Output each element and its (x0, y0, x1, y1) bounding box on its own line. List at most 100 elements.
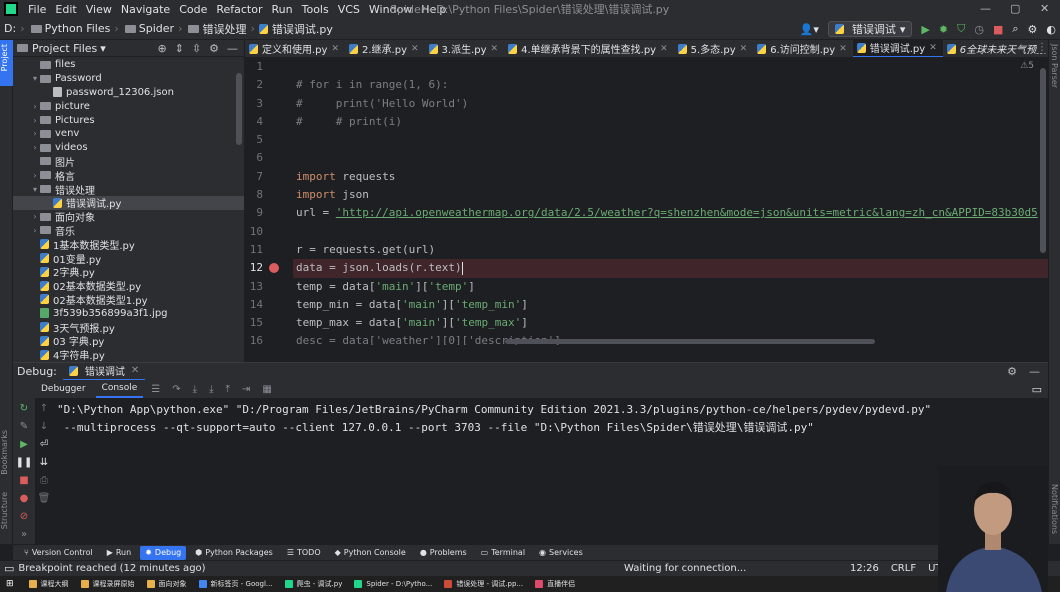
stop-icon[interactable]: ■ (19, 474, 28, 488)
ide-update-icon[interactable]: ◐ (1046, 23, 1056, 36)
tree-item[interactable]: 图片 (13, 155, 244, 169)
layout-icon[interactable]: ▭ (1032, 383, 1042, 396)
menu-run[interactable]: Run (272, 3, 293, 16)
chevron-right-icon[interactable]: › (30, 212, 40, 221)
tree-item[interactable]: 3天气预报.py (13, 320, 244, 335)
project-scrollbar[interactable] (236, 73, 242, 145)
status-message[interactable]: Breakpoint reached (12 minutes ago) (18, 563, 205, 574)
code-line[interactable]: r = requests.get(url) (293, 241, 1048, 259)
line-number[interactable]: 16 (245, 332, 293, 345)
tree-item[interactable]: password_12306.json (13, 86, 244, 100)
tree-item[interactable]: 错误调试.py (13, 195, 244, 210)
tree-item[interactable]: 4字符串.py (13, 348, 244, 362)
step-into-icon[interactable]: ⤓ (193, 384, 197, 395)
clear-icon[interactable]: 🗑 (38, 492, 51, 506)
tree-item[interactable]: 03 字典.py (13, 334, 244, 348)
breadcrumb-file[interactable]: 错误调试.py (272, 21, 333, 37)
user-icon[interactable]: 👤▾ (800, 23, 819, 36)
run-icon[interactable]: ▶ (921, 23, 929, 36)
stop-icon[interactable]: ■ (993, 23, 1003, 36)
profile-icon[interactable]: ◷ (974, 23, 984, 36)
close-tab-icon[interactable]: ✕ (839, 44, 847, 54)
tabs-overflow-icon[interactable]: ⋮ (1037, 42, 1048, 53)
editor-scrollbar[interactable] (1040, 68, 1046, 253)
settings-wrench-icon[interactable]: ✎ (20, 420, 28, 434)
editor-tab[interactable]: 5.多态.py ✕ (674, 40, 754, 57)
taskbar-item[interactable]: 爬虫 - 调试.py (282, 579, 346, 589)
menu-edit[interactable]: Edit (55, 3, 76, 16)
code-line[interactable] (293, 149, 1048, 167)
soft-wrap-icon[interactable]: ⏎ (40, 438, 48, 452)
taskbar-item[interactable]: 面向对象 (144, 579, 190, 589)
line-separator[interactable]: CRLF (891, 563, 916, 574)
tree-item[interactable]: › picture (13, 99, 244, 113)
editor-horizontal-scrollbar[interactable] (505, 339, 875, 344)
line-number[interactable]: 1 (245, 58, 293, 76)
tree-item[interactable]: › 面向对象 (13, 210, 244, 224)
close-tab-icon[interactable]: ✕ (740, 44, 748, 54)
code-line[interactable] (293, 223, 1048, 241)
taskbar-item[interactable]: 直播伴侣 (532, 579, 578, 589)
collapse-all-icon[interactable]: ⇳ (192, 42, 201, 55)
tool-window-services[interactable]: ◉ Services (534, 546, 588, 560)
code-line[interactable] (293, 131, 1048, 149)
editor-tab[interactable]: 4.单继承背景下的属性查找.py ✕ (504, 40, 674, 57)
code-line[interactable]: temp_min = data['main']['temp_min'] (293, 296, 1048, 314)
tree-item[interactable]: ▾ 错误处理 (13, 182, 244, 197)
close-tab-icon[interactable]: ✕ (929, 43, 937, 53)
debugger-subtab[interactable]: Debugger (35, 380, 92, 398)
scroll-up-icon[interactable]: ↑ (40, 402, 48, 416)
line-number[interactable]: 2 (245, 76, 293, 94)
search-icon[interactable]: ⌕ (1012, 22, 1018, 36)
chevron-down-icon[interactable]: ▾ (30, 185, 40, 194)
close-tab-icon[interactable]: ✕ (491, 44, 499, 54)
json-parser-tool-label[interactable]: Json Parser (1050, 44, 1059, 88)
print-icon[interactable]: ⎙ (40, 474, 48, 488)
taskbar-item[interactable]: 课程录屏原始 (78, 579, 138, 589)
code-line[interactable]: # for i in range(1, 6): (293, 76, 1048, 94)
minimize-icon[interactable]: — (980, 2, 991, 15)
tool-window-terminal[interactable]: ▭ Terminal (476, 546, 530, 560)
line-number[interactable]: 3 (245, 95, 293, 113)
tree-item[interactable]: › 音乐 (13, 224, 244, 238)
project-tool-label[interactable]: Project (0, 44, 9, 71)
chevron-down-icon[interactable]: ▾ (30, 74, 40, 83)
line-number[interactable]: 8 (245, 186, 293, 204)
line-number[interactable]: 11 (245, 241, 293, 259)
menu-code[interactable]: Code (179, 3, 207, 16)
close-tab-icon[interactable]: ✕ (660, 44, 668, 54)
code-line[interactable]: temp_max = data['main']['temp_max'] (293, 314, 1048, 332)
line-number[interactable]: 12 (245, 259, 293, 277)
notifications-tool-label[interactable]: Notifications (1050, 484, 1059, 534)
code-editor[interactable]: 1 2 3 4 5 6 7 8 9 10 11 12 13 14 15 16 # for i in range… (245, 58, 1048, 345)
tool-window-problems[interactable]: ● Problems (415, 546, 472, 560)
menu-navigate[interactable]: Navigate (121, 3, 170, 16)
breakpoint-icon[interactable] (269, 263, 279, 274)
windows-start-icon[interactable]: ⊞ (6, 579, 14, 589)
coverage-icon[interactable]: ⛉ (957, 22, 965, 36)
chevron-down-icon[interactable]: ▾ (100, 42, 106, 55)
step-out-icon[interactable]: ⤒ (226, 384, 230, 395)
tree-item[interactable]: 01变量.py (13, 251, 244, 266)
debug-console[interactable]: "D:\Python App\python.exe" "D:/Program F… (53, 398, 1048, 544)
bookmarks-tool-label[interactable]: Bookmarks (0, 430, 9, 475)
warnings-indicator[interactable]: ⚠5 (1020, 61, 1034, 71)
scroll-down-icon[interactable]: ↓ (40, 420, 48, 434)
code-line[interactable]: import json (293, 186, 1048, 204)
close-window-icon[interactable]: ✕ (1040, 2, 1049, 15)
taskbar-item[interactable]: 新标签页 - Googl... (196, 579, 276, 589)
console-subtab[interactable]: Console (95, 380, 144, 398)
editor-tab[interactable]: 2.继承.py ✕ (345, 40, 425, 57)
breadcrumb-drive[interactable]: D: (4, 22, 16, 35)
editor-tab[interactable]: 3.派生.py ✕ (425, 40, 505, 57)
tool-window-todo[interactable]: ☰ TODO (282, 546, 326, 560)
settings-icon[interactable]: ⚙ (1028, 23, 1038, 36)
step-into-my-code-icon[interactable]: ⤓ (209, 384, 213, 395)
step-over-icon[interactable]: ↷ (172, 384, 180, 395)
more-icon[interactable]: » (21, 528, 27, 542)
menu-view[interactable]: View (86, 3, 112, 16)
pause-icon[interactable]: ❚❚ (16, 456, 33, 470)
menu-tools[interactable]: Tools (302, 3, 329, 16)
run-to-cursor-icon[interactable]: ⇥ (242, 384, 250, 395)
expand-all-icon[interactable]: ⇕ (175, 42, 184, 55)
